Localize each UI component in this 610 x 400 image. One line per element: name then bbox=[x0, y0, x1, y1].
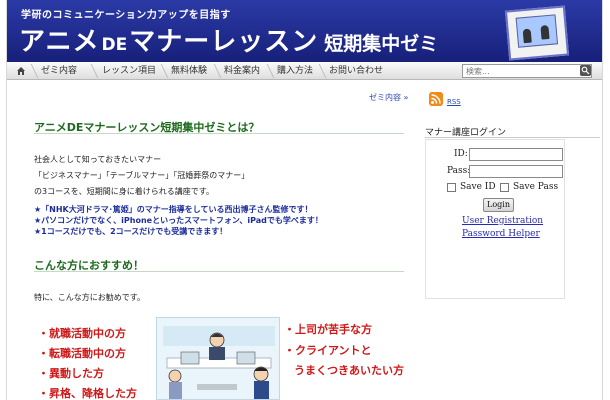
nav-separator bbox=[155, 64, 169, 78]
site-title-sub: 短期集中ゼミ bbox=[324, 33, 439, 55]
save-id-checkbox[interactable] bbox=[447, 183, 456, 192]
site-title-de: DE bbox=[101, 35, 128, 55]
main-content: ゼミ内容 » アニメDEマナーレッスン短期集中ゼミとは？ 社会人として知っておき… bbox=[24, 81, 414, 400]
office-illustration bbox=[156, 317, 280, 400]
save-pass-checkbox[interactable] bbox=[500, 183, 509, 192]
logo-figure-right bbox=[540, 24, 550, 40]
nav-separator bbox=[85, 64, 99, 78]
section-divider bbox=[34, 271, 404, 272]
nav-item-free-trial[interactable]: 無料体験 bbox=[171, 62, 207, 80]
site-tagline: 学研のコミュニケーション力アップを目指す bbox=[21, 10, 231, 21]
nav-item-lessons[interactable]: レッスン項目 bbox=[102, 62, 156, 80]
section-divider bbox=[34, 133, 404, 134]
recommend-item-job-hunting: ・就職活動中の方 bbox=[38, 327, 126, 340]
nav-separator bbox=[208, 64, 222, 78]
intro-text-1: 社会人として知っておきたいマナー bbox=[34, 155, 162, 164]
recommend-item-promoted: ・昇格、降格した方 bbox=[38, 387, 137, 400]
recommend-intro-text: 特に、こんな方にお勧めです。 bbox=[34, 293, 145, 302]
search-input[interactable] bbox=[462, 64, 592, 78]
notice-3: ★1コースだけでも、2コースだけでも受講できます！ bbox=[34, 227, 228, 236]
login-form: ID: Pass: Save ID Save Pass Login User R… bbox=[425, 139, 565, 299]
nav-separator bbox=[261, 64, 275, 78]
site-title-part1: アニメ bbox=[19, 27, 100, 57]
logo-figure-left bbox=[522, 28, 532, 44]
rss-icon[interactable] bbox=[429, 92, 443, 106]
id-input[interactable] bbox=[469, 148, 563, 161]
logo-screen bbox=[515, 14, 559, 48]
intro-text-3: の3コースを、短期間に身に着けられる講座です。 bbox=[34, 187, 214, 196]
recommend-item-transferred: ・異動した方 bbox=[38, 367, 104, 380]
home-icon[interactable] bbox=[16, 66, 26, 76]
site-title[interactable]: アニメ DEマナーレッスン 短期集中ゼミ bbox=[19, 21, 438, 58]
user-registration-link[interactable]: User Registration bbox=[462, 216, 543, 226]
nav-separator bbox=[313, 64, 327, 78]
notice-2: ★パソコンだけでなく、iPhoneといったスマートフォン、iPadでも学べます！ bbox=[34, 216, 323, 225]
password-helper-link[interactable]: Password Helper bbox=[462, 229, 540, 239]
rss-link[interactable]: RSS bbox=[447, 98, 461, 106]
page-frame: 学研のコミュニケーション力アップを目指す アニメ DEマナーレッスン 短期集中ゼミ … bbox=[6, 0, 603, 400]
breadcrumb[interactable]: ゼミ内容 » bbox=[369, 92, 408, 103]
id-label: ID: bbox=[454, 149, 468, 159]
recommend-item-client: ・クライアントと bbox=[284, 344, 372, 357]
header-logo-illustration bbox=[504, 5, 570, 61]
password-label: Pass: bbox=[447, 166, 471, 176]
recommend-item-client-cont: うまくつきあいたい方 bbox=[294, 364, 404, 377]
recommend-item-career-change: ・転職活動中の方 bbox=[38, 347, 126, 360]
intro-text-2: 「ビジネスマナー」「テーブルマナー」「冠婚葬祭のマナー」 bbox=[34, 171, 250, 180]
site-title-part2: マナーレッスン bbox=[129, 27, 319, 57]
nav-item-pricing[interactable]: 料金案内 bbox=[224, 62, 260, 80]
notice-1: ★「NHK大河ドラマ･篤姫」のマナー指導をしている西出博子さん監修です！ bbox=[34, 205, 313, 214]
nav-separator bbox=[25, 64, 39, 78]
search-icon[interactable] bbox=[580, 65, 591, 76]
widget-divider bbox=[425, 137, 600, 138]
nav-item-purchase[interactable]: 購入方法 bbox=[277, 62, 313, 80]
save-pass-label: Save Pass bbox=[513, 182, 559, 192]
password-input[interactable] bbox=[469, 165, 563, 178]
site-header: 学研のコミュニケーション力アップを目指す アニメ DEマナーレッスン 短期集中ゼミ bbox=[7, 0, 602, 62]
login-button[interactable]: Login bbox=[483, 198, 514, 212]
recommend-item-difficult-boss: ・上司が苦手な方 bbox=[284, 323, 372, 336]
nav-item-contact[interactable]: お問い合わせ bbox=[329, 62, 383, 80]
sidebar: RSS マナー講座ログイン ID: Pass: Save ID Save Pas… bbox=[417, 81, 602, 400]
nav-item-seminar[interactable]: ゼミ内容 bbox=[41, 62, 77, 80]
save-id-label: Save ID bbox=[460, 182, 496, 192]
